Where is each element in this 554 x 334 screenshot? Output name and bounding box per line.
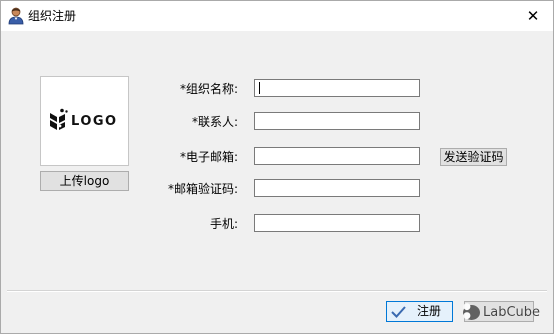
register-label: 注册: [417, 304, 442, 318]
send-code-button[interactable]: 发送验证码: [440, 148, 507, 166]
register-button[interactable]: 注册: [386, 301, 453, 322]
phone-input[interactable]: [254, 214, 420, 232]
footer-divider: [7, 290, 547, 292]
cancel-button[interactable]: [464, 301, 534, 322]
logo-mark-icon: [47, 108, 69, 135]
contact-label: *联系人:: [191, 115, 238, 129]
title-bar[interactable]: 组织注册 ✕: [1, 1, 553, 31]
logo-preview: LOGO: [40, 76, 129, 166]
email-input[interactable]: [254, 147, 420, 165]
contact-input[interactable]: [254, 112, 420, 130]
phone-label: 手机:: [209, 217, 238, 231]
logo-placeholder-text: LOGO: [71, 114, 118, 129]
email-code-input[interactable]: [254, 179, 420, 197]
register-dialog: 组织注册 ✕ LOGO 上传logo *组织名称: *联系人: *电子邮箱: 发…: [0, 0, 554, 334]
user-icon: [8, 7, 24, 25]
close-button[interactable]: ✕: [513, 1, 553, 31]
email-code-label: *邮箱验证码:: [167, 182, 238, 196]
email-label: *电子邮箱:: [179, 150, 238, 164]
text-caret: [259, 82, 260, 94]
close-icon: ✕: [526, 7, 540, 25]
org-name-label: *组织名称:: [179, 82, 238, 96]
upload-logo-button[interactable]: 上传logo: [40, 171, 129, 191]
checkmark-icon: [390, 303, 407, 326]
window-title: 组织注册: [28, 9, 77, 23]
org-name-input[interactable]: [254, 79, 420, 97]
